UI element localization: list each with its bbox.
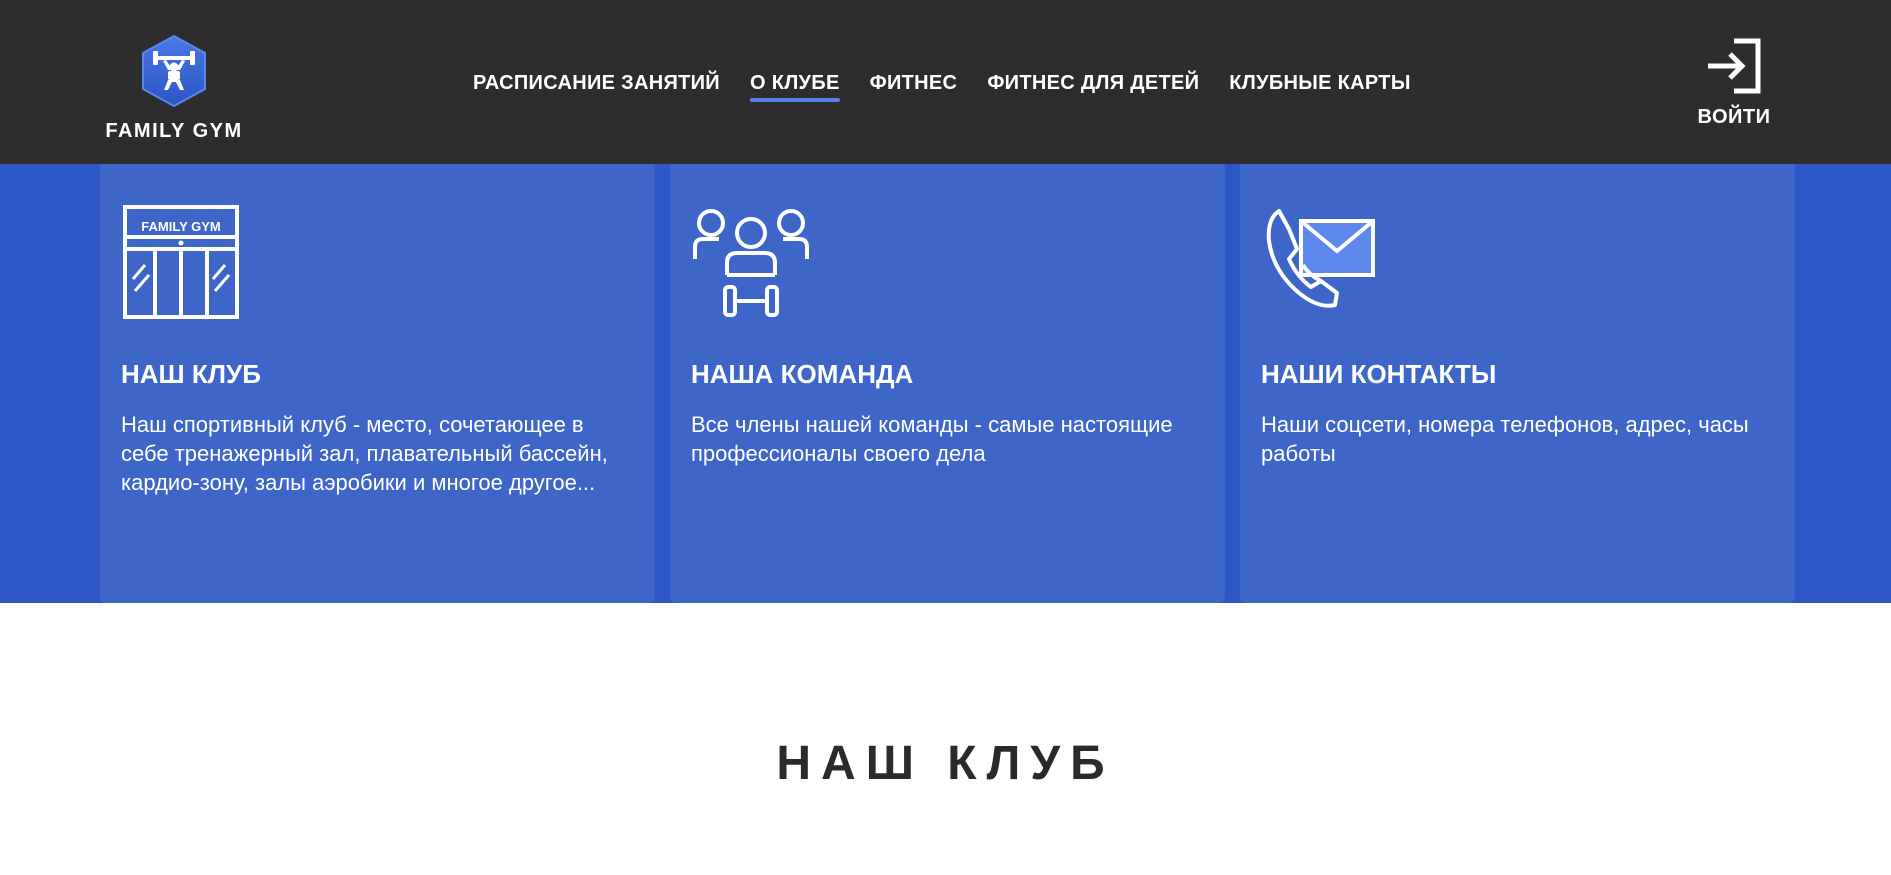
feature-card-contacts[interactable]: НАШИ КОНТАКТЫ Наши соцсети, номера телеф… <box>1240 164 1795 603</box>
card-text: Все члены нашей команды - самые настоящи… <box>691 412 1173 466</box>
building-sign-text: FAMILY GYM <box>141 219 220 234</box>
login-arrow-icon <box>1708 38 1761 94</box>
gym-building-icon: FAMILY GYM <box>123 205 239 319</box>
site-header: FAMILY GYM РАСПИСАНИЕ ЗАНЯТИЙ О КЛУБЕ ФИ… <box>0 0 1891 164</box>
nav-item-kids-fitness[interactable]: ФИТНЕС ДЛЯ ДЕТЕЙ <box>987 72 1199 99</box>
weightlifter-hexagon-icon <box>142 34 206 108</box>
card-title: НАШ КЛУБ <box>121 359 261 389</box>
phone-mail-icon <box>1266 209 1375 308</box>
logo-text: FAMILY GYM <box>105 120 243 142</box>
feature-card-club[interactable]: FAMILY GYM НАШ КЛУБ Наш спортивный клуб … <box>100 164 655 603</box>
team-people-icon <box>693 209 809 317</box>
login-label: ВОЙТИ <box>1697 106 1771 128</box>
section-title: НАШ КЛУБ <box>776 737 1115 790</box>
features-band: FAMILY GYM НАШ КЛУБ Наш спортивный клуб … <box>0 164 1891 603</box>
feature-card-team[interactable]: НАША КОМАНДА Все члены нашей команды - с… <box>670 164 1225 603</box>
logo[interactable]: FAMILY GYM <box>100 34 248 144</box>
card-text: Наши соцсети, номера телефонов, адрес, ч… <box>1261 412 1749 466</box>
nav-item-fitness[interactable]: ФИТНЕС <box>870 72 958 99</box>
card-text: Наш спортивный клуб - место, сочетающее … <box>121 412 608 495</box>
card-title: НАША КОМАНДА <box>691 359 914 389</box>
main-nav: РАСПИСАНИЕ ЗАНЯТИЙ О КЛУБЕ ФИТНЕС ФИТНЕС… <box>473 72 1411 102</box>
login-button[interactable]: ВОЙТИ <box>1690 38 1778 129</box>
card-title: НАШИ КОНТАКТЫ <box>1261 359 1497 389</box>
nav-item-club-cards[interactable]: КЛУБНЫЕ КАРТЫ <box>1229 72 1410 99</box>
nav-item-about[interactable]: О КЛУБЕ <box>749 72 840 102</box>
nav-item-schedule[interactable]: РАСПИСАНИЕ ЗАНЯТИЙ <box>473 72 720 99</box>
